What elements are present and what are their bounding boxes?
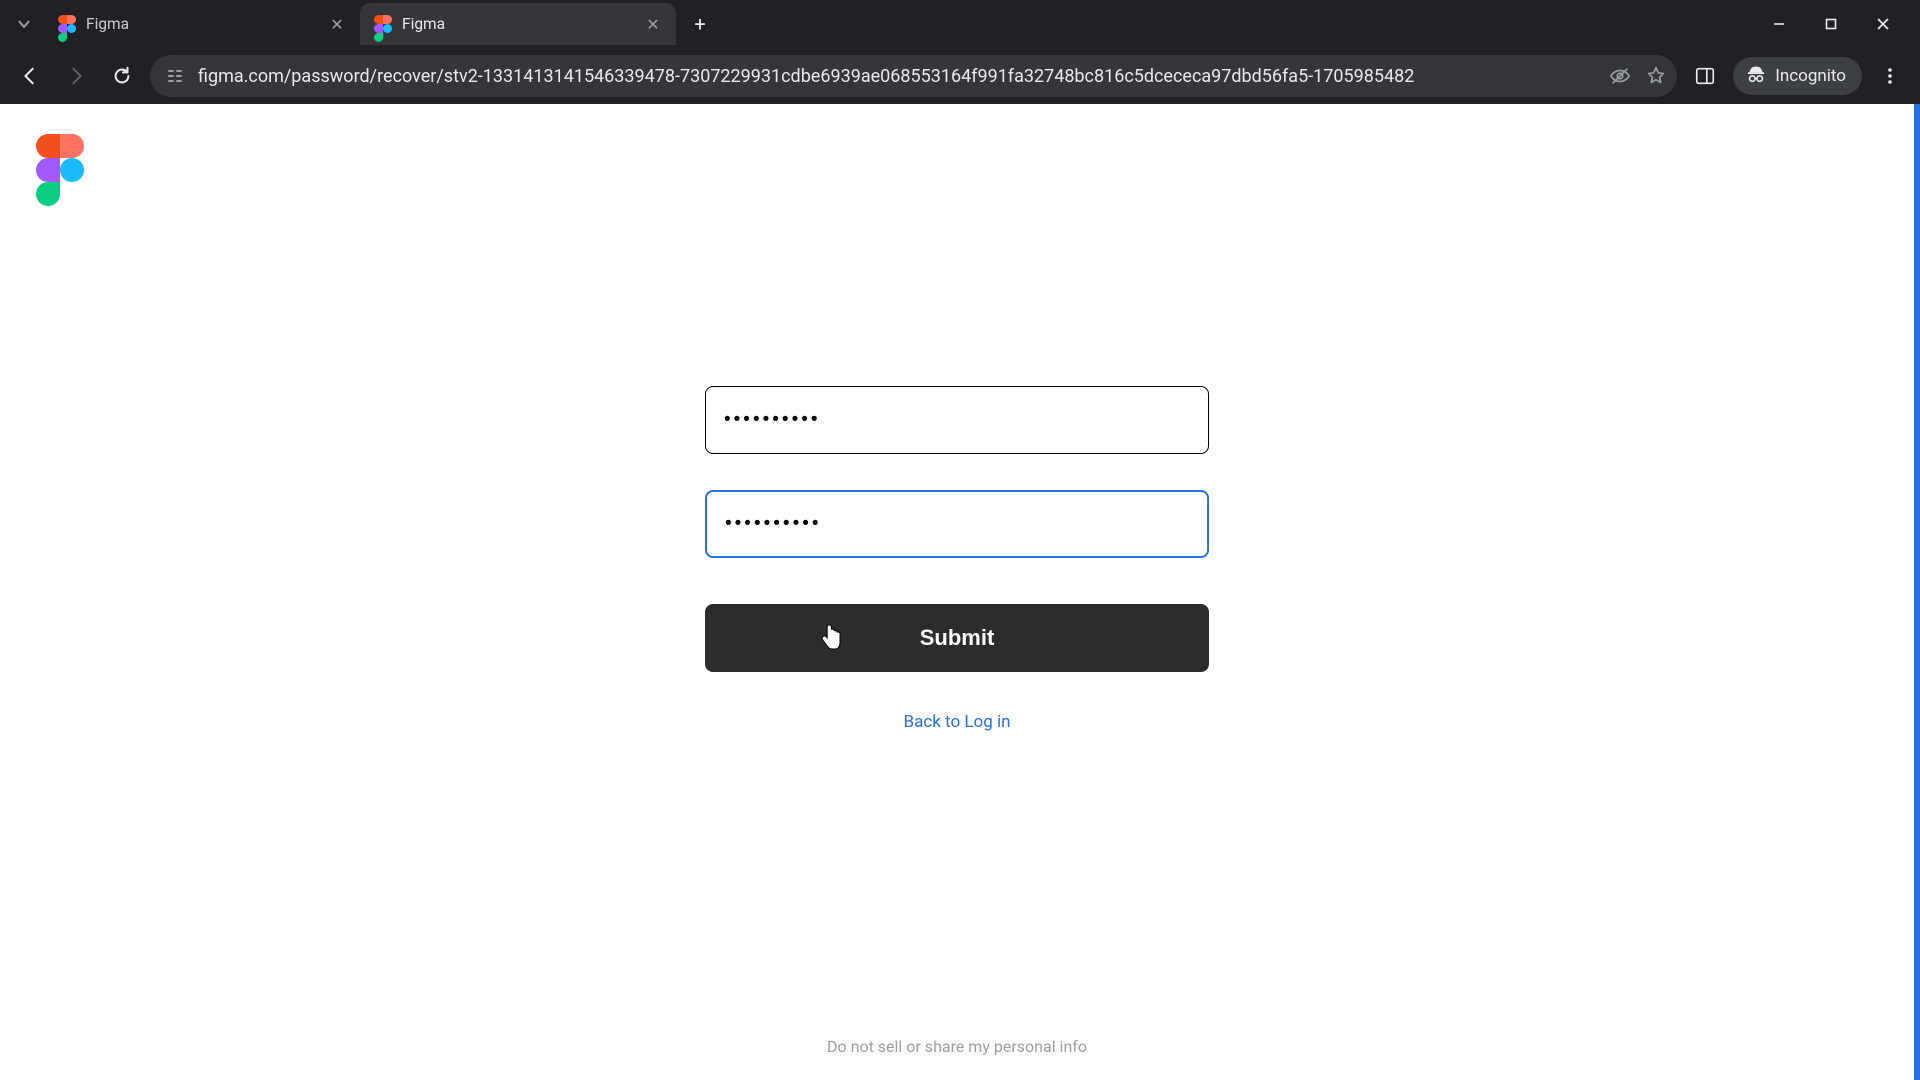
tab-figma-2[interactable]: Figma ✕ <box>360 3 676 45</box>
figma-logo[interactable] <box>36 134 84 206</box>
close-window-button[interactable] <box>1866 7 1900 41</box>
figma-favicon-icon <box>374 15 392 33</box>
side-panel-button[interactable] <box>1687 58 1723 94</box>
chrome-menu-button[interactable] <box>1872 58 1908 94</box>
forward-button[interactable] <box>58 58 94 94</box>
url-text: figma.com/password/recover/stv2-13314131… <box>198 66 1597 87</box>
tab-bar: Figma ✕ Figma ✕ + <box>0 0 1920 48</box>
site-settings-icon[interactable] <box>164 65 186 87</box>
incognito-icon <box>1745 63 1767 90</box>
window-controls <box>1762 7 1912 41</box>
page-viewport: Submit Back to Log in Do not sell or sha… <box>0 104 1920 1080</box>
close-icon[interactable]: ✕ <box>644 15 662 33</box>
password-reset-form: Submit Back to Log in <box>705 386 1209 732</box>
incognito-indicator[interactable]: Incognito <box>1733 57 1862 95</box>
toolbar: figma.com/password/recover/stv2-13314131… <box>0 48 1920 104</box>
minimize-button[interactable] <box>1762 7 1796 41</box>
back-to-login-link[interactable]: Back to Log in <box>705 712 1209 732</box>
submit-button-label: Submit <box>920 625 995 651</box>
scrollbar-corner <box>1914 1042 1920 1080</box>
reload-button[interactable] <box>104 58 140 94</box>
bookmark-star-icon[interactable] <box>1645 65 1667 87</box>
close-icon[interactable]: ✕ <box>328 15 346 33</box>
new-tab-button[interactable]: + <box>682 6 718 42</box>
tab-figma-1[interactable]: Figma ✕ <box>44 3 360 45</box>
submit-button[interactable]: Submit <box>705 604 1209 672</box>
confirm-password-field[interactable] <box>705 490 1209 558</box>
back-button[interactable] <box>12 58 48 94</box>
maximize-button[interactable] <box>1814 7 1848 41</box>
eye-off-icon[interactable] <box>1609 65 1631 87</box>
tab-search-dropdown[interactable] <box>8 8 40 40</box>
address-bar[interactable]: figma.com/password/recover/stv2-13314131… <box>150 55 1677 97</box>
incognito-label: Incognito <box>1775 66 1846 86</box>
new-password-field[interactable] <box>705 386 1209 454</box>
do-not-sell-link[interactable]: Do not sell or share my personal info <box>827 1037 1087 1056</box>
cursor-icon <box>819 623 843 653</box>
figma-favicon-icon <box>58 15 76 33</box>
tab-title: Figma <box>86 15 318 33</box>
tab-title: Figma <box>402 15 634 33</box>
browser-chrome: Figma ✕ Figma ✕ + <box>0 0 1920 104</box>
